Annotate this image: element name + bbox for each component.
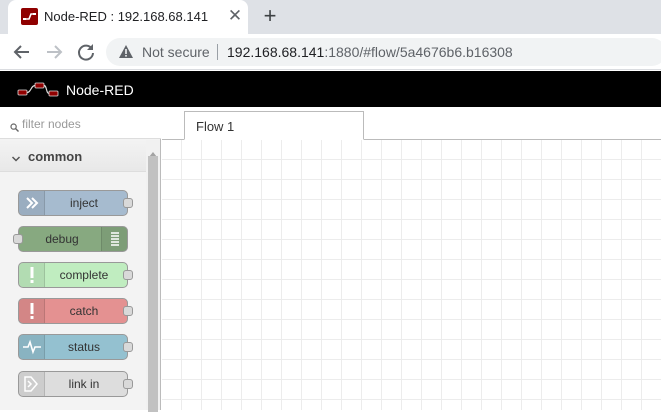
palette-node-debug[interactable]: debug [13,226,128,252]
palette-node-inject[interactable]: inject [18,190,133,216]
reload-icon[interactable] [74,40,98,64]
forward-arrow-icon[interactable] [42,40,66,64]
node-label: link in [68,377,100,391]
node-red-logo-icon [17,81,61,99]
alert-icon [19,299,45,323]
tab-flow-1[interactable]: Flow 1 [184,111,364,140]
palette-node-link-in[interactable]: link in [18,371,133,397]
warning-triangle-icon[interactable] [118,44,134,60]
exclamation-icon [19,263,45,287]
output-port[interactable] [123,342,133,352]
browser-tab[interactable]: Node-RED : 192.168.68.141 ✕ [8,0,248,34]
input-port[interactable] [13,234,23,244]
output-port[interactable] [123,270,133,280]
url-text[interactable]: 192.168.68.141:1880/#flow/5a4676b6.b1630… [227,44,513,60]
scrollbar-thumb[interactable] [148,156,158,412]
flow-canvas[interactable] [162,140,661,410]
workspace-tab-bar: Flow 1 [162,107,661,140]
node-label: status [67,340,100,354]
palette-scrollbar[interactable] [146,140,160,412]
new-tab-button[interactable]: + [259,5,281,27]
chevron-down-icon [11,151,21,162]
link-in-icon [19,372,45,396]
back-arrow-icon[interactable] [10,40,34,64]
node-label: catch [69,304,99,318]
debug-list-icon [101,227,127,251]
scroll-up-arrow-icon[interactable] [149,144,157,157]
url-path: :1880/#flow/5a4676b6.b16308 [324,44,513,60]
filter-nodes-input[interactable] [22,115,154,133]
address-divider [217,44,218,60]
inject-icon [19,191,45,215]
node-red-favicon-icon [21,8,38,25]
node-palette: common inject debug complete catch [0,107,161,412]
output-port[interactable] [123,306,133,316]
app-title: Node-RED [66,82,134,98]
palette-category-common[interactable]: common [0,140,146,172]
palette-node-catch[interactable]: catch [18,298,133,324]
address-bar[interactable]: Not secure 192.168.68.141:1880/#flow/5a4… [106,38,661,66]
category-label: common [28,149,83,164]
not-secure-label[interactable]: Not secure [142,44,210,60]
search-icon [10,119,19,132]
node-label: complete [59,268,109,282]
browser-tab-strip: Node-RED : 192.168.68.141 ✕ + [0,0,661,34]
browser-tab-title: Node-RED : 192.168.68.141 [44,9,209,24]
url-host: 192.168.68.141 [227,44,325,60]
palette-node-complete[interactable]: complete [18,262,133,288]
node-label: debug [45,232,79,246]
pulse-icon [19,335,45,359]
browser-toolbar: Not secure 192.168.68.141:1880/#flow/5a4… [0,34,661,70]
output-port[interactable] [123,379,133,389]
tab-close-icon[interactable]: ✕ [226,7,244,25]
tab-label: Flow 1 [196,119,235,134]
output-port[interactable] [123,198,133,208]
palette-filter [0,107,161,139]
palette-node-status[interactable]: status [18,334,133,360]
node-label: inject [69,196,98,210]
node-red-header: Node-RED [0,71,661,107]
